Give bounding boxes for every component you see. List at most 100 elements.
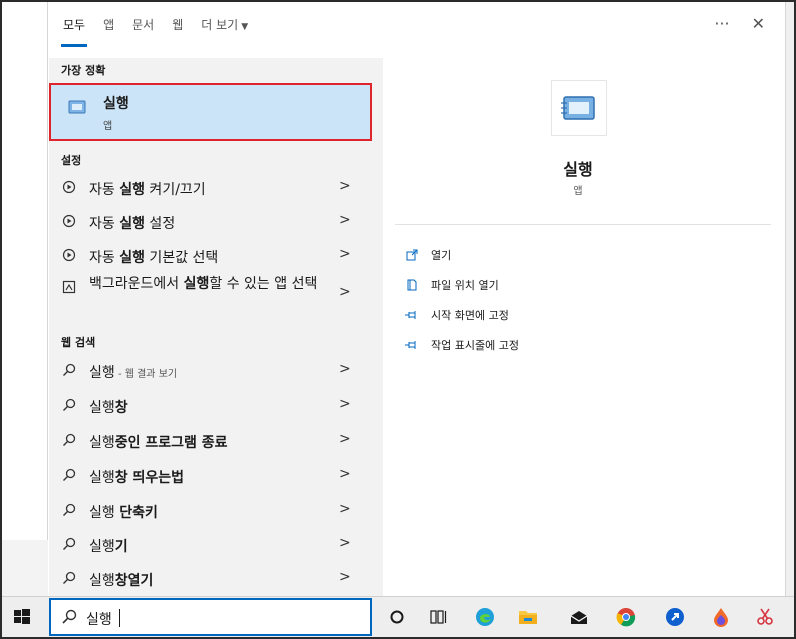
file-explorer-icon[interactable] [518,607,538,627]
snipping-tool-icon[interactable] [755,607,775,627]
cortana-icon[interactable] [387,607,407,627]
chevron-right-icon: > [339,535,351,551]
search-icon [61,467,77,483]
detail-pane: 실행 앱 열기 파일 위치 열기 시작 화면에 고정 작업 표시줄에 고정 [383,58,785,596]
tab-label: 앱 [103,18,115,32]
tab-label: 모두 [63,18,86,32]
autoplay-icon [61,179,77,195]
search-icon [61,502,77,518]
web-result-item[interactable]: 실행 단축키 > [49,494,383,528]
search-icon [61,570,77,586]
chevron-right-icon: > [339,501,351,517]
tab-all[interactable]: 모두 [60,16,88,48]
results-list: 가장 정확 실행 앱 설정 자동 실행 켜기/끄기 > 자동 실행 설정 > 자… [49,58,383,596]
taskbar: 실행 [2,596,794,637]
app-icon[interactable] [665,607,685,627]
action-open[interactable]: 열기 [405,245,451,265]
file-location-icon [405,278,419,292]
best-match-subtitle: 앱 [103,121,113,132]
section-web-search: 웹 검색 [61,336,96,349]
action-label: 열기 [431,249,452,262]
search-icon [61,536,77,552]
start-icon[interactable] [12,607,32,627]
section-settings: 설정 [61,154,82,167]
web-result-item[interactable]: 실행창 > [49,389,383,423]
mail-icon[interactable] [569,607,589,627]
chevron-right-icon: > [339,246,351,262]
search-icon [62,609,77,624]
section-best-match: 가장 정확 [61,64,106,77]
topbar-actions: ··· ✕ [714,14,765,33]
chevron-right-icon: > [339,178,351,194]
caret-down-icon: ▼ [241,22,249,32]
tab-web[interactable]: 웹 [172,16,183,48]
tab-documents[interactable]: 문서 [132,16,154,48]
paint-icon[interactable] [711,607,731,627]
tab-apps[interactable]: 앱 [103,16,114,48]
run-app-icon [68,100,86,114]
desktop-right-area [785,2,794,596]
search-icon [61,432,77,448]
action-label: 시작 화면에 고정 [431,309,509,322]
autoplay-icon [61,213,77,229]
tab-label: 더 보기 [201,18,239,32]
result-label: 실행 - 웹 결과 보기 [89,365,178,381]
tab-label: 문서 [132,18,155,32]
chevron-right-icon: > [339,569,351,585]
chevron-right-icon: > [339,466,351,482]
best-match-title: 실행 [103,96,129,112]
edge-icon[interactable] [475,607,495,627]
settings-item-autoplay-toggle[interactable]: 자동 실행 켜기/끄기 > [49,171,383,205]
action-pin-to-taskbar[interactable]: 작업 표시줄에 고정 [405,335,519,355]
chevron-right-icon: > [339,212,351,228]
detail-card: 실행 앱 열기 파일 위치 열기 시작 화면에 고정 작업 표시줄에 고정 [383,58,773,596]
desktop-left-strip [2,540,48,596]
text-cursor [119,609,120,627]
search-panel: 모두 앱 문서 웹 더 보기 ▼ ··· ✕ 가장 정확 실행 앱 설정 자동 실… [49,2,785,596]
result-label: 실행창 띄우는법 [89,470,185,486]
search-icon [61,397,77,413]
search-tabs: 모두 앱 문서 웹 더 보기 ▼ [60,16,266,48]
result-label: 백그라운드에서 실행할 수 있는 앱 선택 [89,276,318,292]
tab-more[interactable]: 더 보기 ▼ [201,16,248,48]
autoplay-icon [61,247,77,263]
chrome-icon[interactable] [616,607,636,627]
detail-app-type: 앱 [573,186,583,197]
taskbar-search-input[interactable]: 실행 [49,598,372,636]
web-result-item[interactable]: 실행창 띄우는법 > [49,459,383,493]
pin-icon [405,338,419,352]
settings-item-autoplay-settings[interactable]: 자동 실행 설정 > [49,205,383,239]
close-icon[interactable]: ✕ [752,14,765,33]
result-label: 실행기 [89,539,128,555]
more-options-icon[interactable]: ··· [714,14,729,33]
action-label: 파일 위치 열기 [431,279,499,292]
chevron-right-icon: > [339,361,351,377]
result-label: 자동 실행 켜기/끄기 [89,182,206,198]
settings-item-background-apps[interactable]: 백그라운드에서 실행할 수 있는 앱 선택 > [49,271,383,319]
result-label: 실행창 [89,400,128,416]
best-match-run-app[interactable]: 실행 앱 [49,83,372,141]
chevron-right-icon: > [339,284,351,300]
detail-divider [395,224,771,225]
run-app-large-icon [551,80,607,136]
chevron-right-icon: > [339,431,351,447]
web-result-item[interactable]: 실행기 > [49,528,383,562]
web-result-item[interactable]: 실행중인 프로그램 종료 > [49,424,383,458]
action-open-file-location[interactable]: 파일 위치 열기 [405,275,499,295]
search-icon [61,362,77,378]
task-view-icon[interactable] [429,607,449,627]
action-label: 작업 표시줄에 고정 [431,339,519,352]
settings-item-autoplay-defaults[interactable]: 자동 실행 기본값 선택 > [49,239,383,273]
result-label: 자동 실행 설정 [89,216,176,232]
chevron-right-icon: > [339,396,351,412]
tab-label: 웹 [172,18,184,32]
result-label: 실행 단축키 [89,505,158,521]
action-pin-to-start[interactable]: 시작 화면에 고정 [405,305,509,325]
result-label: 자동 실행 기본값 선택 [89,250,219,266]
search-topbar: 모두 앱 문서 웹 더 보기 ▼ ··· ✕ [49,2,785,58]
web-result-item[interactable]: 실행 - 웹 결과 보기 > [49,354,383,388]
pin-icon [405,308,419,322]
web-result-item[interactable]: 실행창열기 > [49,562,383,596]
detail-app-name: 실행 [563,160,593,179]
background-apps-icon [61,279,77,295]
